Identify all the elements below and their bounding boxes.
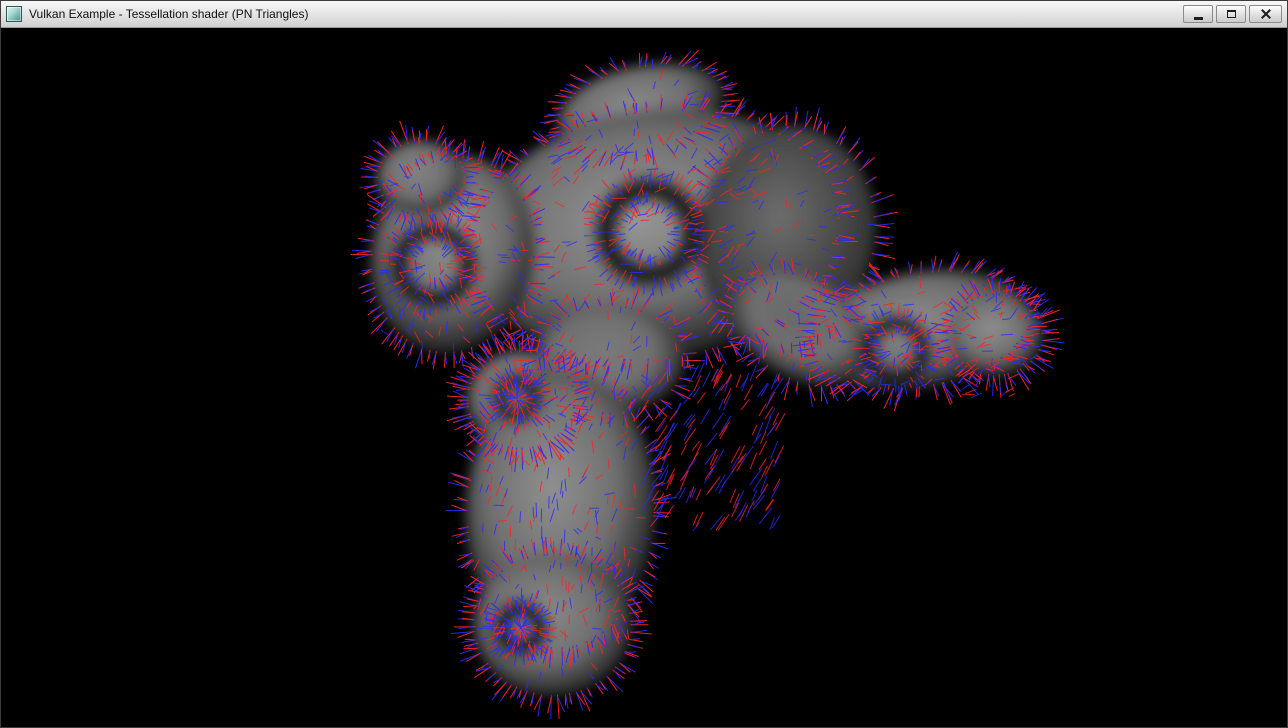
titlebar[interactable]: Vulkan Example - Tessellation shader (PN… (1, 1, 1287, 28)
window-controls (1183, 5, 1282, 23)
app-window: Vulkan Example - Tessellation shader (PN… (0, 0, 1288, 728)
vulkan-app-icon[interactable] (6, 6, 22, 22)
window-title: Vulkan Example - Tessellation shader (PN… (29, 7, 308, 21)
render-canvas[interactable] (1, 28, 1287, 727)
close-icon (1260, 8, 1272, 20)
close-button[interactable] (1249, 5, 1282, 23)
maximize-icon (1227, 10, 1236, 18)
maximize-button[interactable] (1216, 5, 1246, 23)
viewport[interactable] (1, 28, 1287, 727)
minimize-button[interactable] (1183, 5, 1213, 23)
minimize-icon (1194, 17, 1203, 20)
